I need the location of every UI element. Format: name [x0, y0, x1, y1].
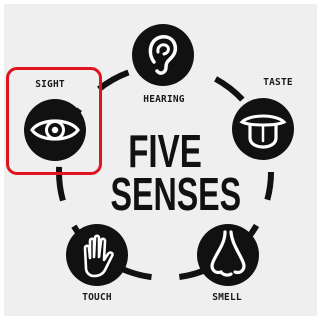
title-senses: SENSES	[110, 168, 242, 220]
ear-icon	[132, 24, 194, 86]
nose-icon	[197, 224, 259, 286]
selection-highlight[interactable]	[6, 67, 102, 175]
tongue-icon	[232, 98, 294, 160]
label-smell: SMELL	[212, 292, 242, 303]
five-senses-infographic: HEARING TASTE SIGHT TOUCH SMELL FIVE SEN…	[0, 0, 321, 320]
label-hearing: HEARING	[143, 94, 185, 105]
hand-icon	[66, 224, 128, 286]
label-taste: TASTE	[263, 77, 293, 88]
label-touch: TOUCH	[82, 292, 112, 303]
